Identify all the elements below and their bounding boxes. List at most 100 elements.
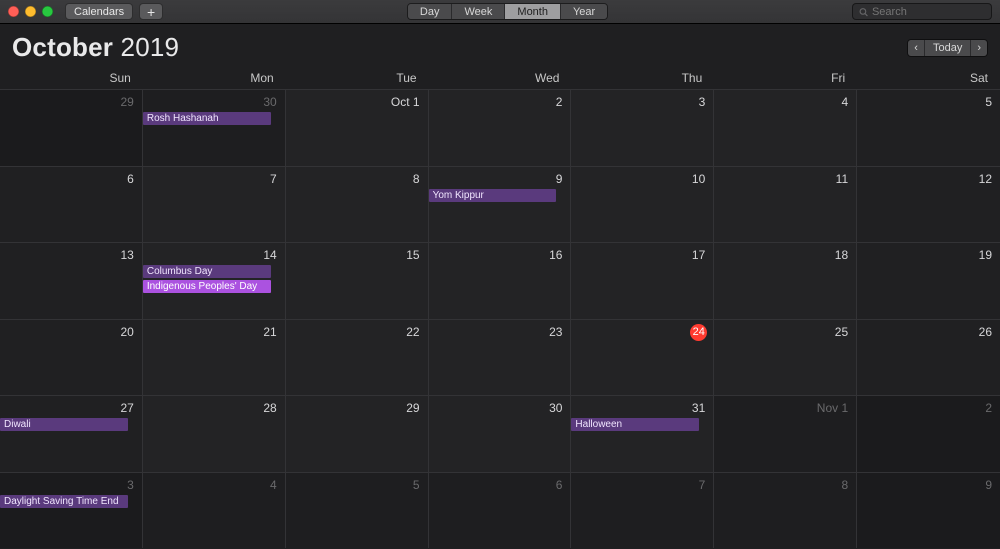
close-icon[interactable]	[8, 6, 19, 17]
day-cell[interactable]: 23	[429, 319, 572, 396]
calendar-event[interactable]: Diwali	[0, 418, 128, 431]
day-cell[interactable]: 17	[571, 242, 714, 319]
day-cell[interactable]: 22	[286, 319, 429, 396]
day-number: 14	[145, 247, 279, 263]
day-cell[interactable]: 27 Diwali	[0, 395, 143, 472]
day-number: 21	[145, 324, 279, 340]
day-cell[interactable]: 2	[429, 89, 572, 166]
day-cell[interactable]: Oct 1	[286, 89, 429, 166]
next-month-button[interactable]: ›	[971, 40, 987, 56]
toolbar: Calendars + Day Week Month Year	[0, 0, 1000, 24]
day-number: 9	[859, 477, 994, 493]
day-cell[interactable]: 8	[714, 472, 857, 549]
day-cell[interactable]: 29	[0, 89, 143, 166]
day-cell[interactable]: 24	[571, 319, 714, 396]
day-cell[interactable]: 12	[857, 166, 1000, 243]
page-title: October 2019	[12, 32, 179, 63]
day-cell[interactable]: 30	[429, 395, 572, 472]
day-cell[interactable]: 20	[0, 319, 143, 396]
day-cell[interactable]: 10	[571, 166, 714, 243]
day-cell[interactable]: 5	[857, 89, 1000, 166]
calendar-event[interactable]: Halloween	[571, 418, 699, 431]
day-cell[interactable]: 16	[429, 242, 572, 319]
month-grid: 2930Rosh HashanahOct 123456789Yom Kippur…	[0, 89, 1000, 548]
weekday-label: Sat	[857, 71, 1000, 85]
day-number: 13	[2, 247, 136, 263]
day-cell[interactable]: 21	[143, 319, 286, 396]
day-cell[interactable]: 6	[0, 166, 143, 243]
day-number: 31	[573, 400, 707, 416]
day-cell[interactable]: 7	[143, 166, 286, 243]
search-field[interactable]	[852, 3, 992, 20]
calendar-event[interactable]: Daylight Saving Time End	[0, 495, 128, 508]
search-input[interactable]	[872, 6, 985, 18]
day-cell[interactable]: 28	[143, 395, 286, 472]
day-number: 23	[431, 324, 565, 340]
day-cell[interactable]: 8	[286, 166, 429, 243]
weekday-label: Sun	[0, 71, 143, 85]
day-number: 18	[716, 247, 850, 263]
zoom-icon[interactable]	[42, 6, 53, 17]
calendar-event[interactable]: Yom Kippur	[429, 189, 557, 202]
day-number: 5	[859, 94, 994, 110]
day-number: 20	[2, 324, 136, 340]
day-cell[interactable]: 2	[857, 395, 1000, 472]
today-button[interactable]: Today	[925, 40, 971, 56]
day-number: 26	[859, 324, 994, 340]
day-cell[interactable]: 31 Halloween	[571, 395, 714, 472]
day-cell[interactable]: Nov 1	[714, 395, 857, 472]
minimize-icon[interactable]	[25, 6, 36, 17]
add-event-button[interactable]: +	[139, 3, 163, 20]
view-day-button[interactable]: Day	[408, 4, 453, 19]
day-number: 28	[145, 400, 279, 416]
day-cell[interactable]: 5	[286, 472, 429, 549]
prev-month-button[interactable]: ‹	[908, 40, 925, 56]
day-cell[interactable]: 25	[714, 319, 857, 396]
month-nav: ‹ Today ›	[907, 39, 988, 57]
day-number: 2	[859, 400, 994, 416]
title-year: 2019	[121, 32, 180, 62]
day-cell[interactable]: 7	[571, 472, 714, 549]
day-number: 3	[573, 94, 707, 110]
day-cell[interactable]: 6	[429, 472, 572, 549]
day-cell[interactable]: 15	[286, 242, 429, 319]
day-cell[interactable]: 3	[571, 89, 714, 166]
calendar-event[interactable]: Columbus Day	[143, 265, 271, 278]
day-cell[interactable]: 9	[857, 472, 1000, 549]
day-cell[interactable]: 3Daylight Saving Time End	[0, 472, 143, 549]
search-icon	[859, 7, 868, 17]
view-week-button[interactable]: Week	[452, 4, 505, 19]
day-number: 4	[716, 94, 850, 110]
day-number: 11	[716, 171, 850, 187]
day-cell[interactable]: 18	[714, 242, 857, 319]
calendar-event[interactable]: Rosh Hashanah	[143, 112, 271, 125]
calendars-button[interactable]: Calendars	[65, 3, 133, 20]
day-cell[interactable]: 26	[857, 319, 1000, 396]
weekday-label: Fri	[714, 71, 857, 85]
day-cell[interactable]: 4	[143, 472, 286, 549]
view-month-button[interactable]: Month	[505, 4, 561, 19]
day-cell[interactable]: 11	[714, 166, 857, 243]
day-number: 2	[431, 94, 565, 110]
day-cell[interactable]: 30Rosh Hashanah	[143, 89, 286, 166]
day-cell[interactable]: 4	[714, 89, 857, 166]
view-year-button[interactable]: Year	[561, 4, 607, 19]
day-number: 6	[431, 477, 565, 493]
day-number: 8	[288, 171, 422, 187]
day-cell[interactable]: 19	[857, 242, 1000, 319]
calendar-event[interactable]: Indigenous Peoples' Day	[143, 280, 271, 293]
day-cell[interactable]: 9Yom Kippur	[429, 166, 572, 243]
weekday-label: Mon	[143, 71, 286, 85]
day-cell[interactable]: 29	[286, 395, 429, 472]
day-number: Nov 1	[716, 400, 850, 416]
day-cell[interactable]: 13	[0, 242, 143, 319]
day-number: 15	[288, 247, 422, 263]
day-number: Oct 1	[288, 94, 422, 110]
weekday-label: Tue	[286, 71, 429, 85]
day-number: 6	[2, 171, 136, 187]
day-number: 4	[145, 477, 279, 493]
day-number: 27	[2, 400, 136, 416]
day-number: 29	[288, 400, 422, 416]
day-cell[interactable]: 14 Columbus Day Indigenous Peoples' Day	[143, 242, 286, 319]
day-number: 7	[573, 477, 707, 493]
